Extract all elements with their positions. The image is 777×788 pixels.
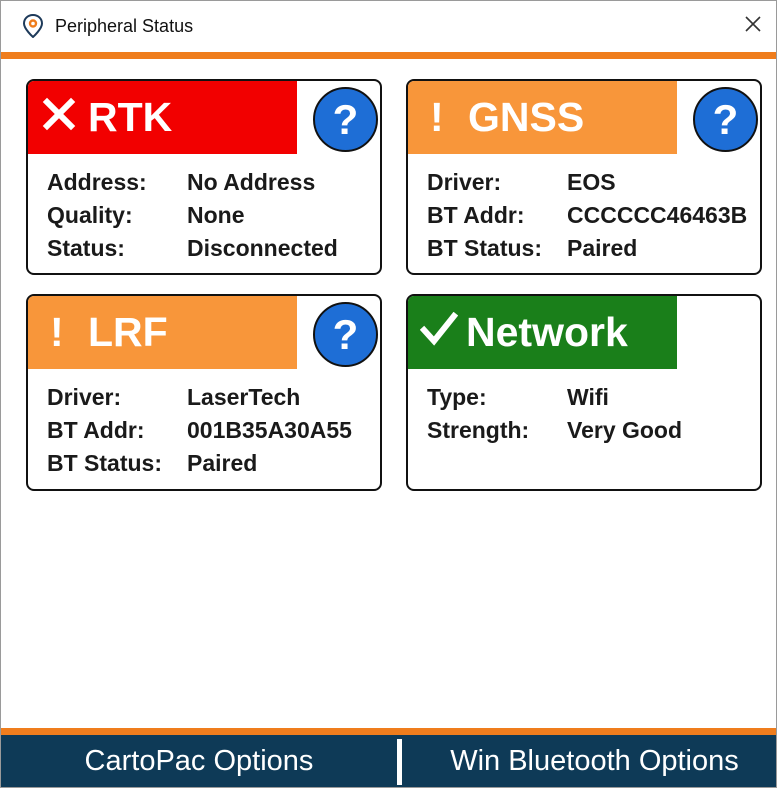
rtk-row-address: Address: No Address xyxy=(47,166,338,199)
network-row-strength: Strength: Very Good xyxy=(427,414,682,447)
title-accent-line xyxy=(1,52,776,59)
rtk-help-button[interactable]: ? xyxy=(313,87,378,152)
rtk-row-status: Status: Disconnected xyxy=(47,232,338,265)
quality-label: Quality: xyxy=(47,202,133,228)
network-row-type: Type: Wifi xyxy=(427,381,682,414)
network-status-banner: Network xyxy=(408,296,677,369)
bt-status-label: BT Status: xyxy=(47,450,162,476)
gnss-row-bt-status: BT Status: Paired xyxy=(427,232,747,265)
lrf-status-card: ! LRF ? Driver: LaserTech BT Addr: 001B3… xyxy=(26,294,382,491)
close-button[interactable] xyxy=(730,1,776,51)
lrf-row-bt-status: BT Status: Paired xyxy=(47,447,352,480)
driver-label: Driver: xyxy=(427,169,502,195)
rtk-details: Address: No Address Quality: None Status… xyxy=(47,166,338,265)
gnss-help-button[interactable]: ? xyxy=(693,87,758,152)
type-value: Wifi xyxy=(567,384,609,410)
x-icon xyxy=(42,94,78,141)
cartopac-options-button[interactable]: CartoPac Options xyxy=(1,735,397,787)
driver-value: LaserTech xyxy=(187,384,301,410)
bt-addr-label: BT Addr: xyxy=(427,202,525,228)
network-status-card: Network Type: Wifi Strength: Very Good xyxy=(406,294,762,491)
strength-value: Very Good xyxy=(567,417,683,443)
bottom-accent-line xyxy=(1,728,776,735)
lrf-details: Driver: LaserTech BT Addr: 001B35A30A55 … xyxy=(47,381,352,480)
window-title: Peripheral Status xyxy=(55,16,194,36)
bt-status-value: Paired xyxy=(187,450,258,476)
bt-status-label: BT Status: xyxy=(427,235,542,261)
network-details: Type: Wifi Strength: Very Good xyxy=(427,381,682,447)
driver-label: Driver: xyxy=(47,384,122,410)
checkmark-icon xyxy=(419,309,460,356)
lrf-row-driver: Driver: LaserTech xyxy=(47,381,352,414)
rtk-title: RTK xyxy=(88,94,173,140)
strength-label: Strength: xyxy=(427,417,530,443)
network-title: Network xyxy=(466,309,628,355)
gnss-status-card: ! GNSS ? Driver: EOS BT Addr: CCCCCC4646… xyxy=(406,79,762,275)
gnss-details: Driver: EOS BT Addr: CCCCCC46463B BT Sta… xyxy=(427,166,747,265)
gnss-status-banner: ! GNSS xyxy=(408,81,677,154)
gnss-row-bt-addr: BT Addr: CCCCCC46463B xyxy=(427,199,747,232)
rtk-status-card: RTK ? Address: No Address Quality: None … xyxy=(26,79,382,275)
bt-status-value: Paired xyxy=(567,235,638,261)
address-label: Address: xyxy=(47,169,147,195)
lrf-row-bt-addr: BT Addr: 001B35A30A55 xyxy=(47,414,352,447)
driver-value: EOS xyxy=(567,169,616,195)
address-value: No Address xyxy=(187,169,316,195)
lrf-help-button[interactable]: ? xyxy=(313,302,378,367)
rtk-row-quality: Quality: None xyxy=(47,199,338,232)
bt-addr-value: 001B35A30A55 xyxy=(187,417,352,443)
win-bluetooth-options-button[interactable]: Win Bluetooth Options xyxy=(402,735,776,787)
close-icon xyxy=(744,15,762,38)
bt-addr-label: BT Addr: xyxy=(47,417,145,443)
type-label: Type: xyxy=(427,384,487,410)
exclamation-icon: ! xyxy=(430,94,444,140)
exclamation-icon: ! xyxy=(50,309,64,355)
bottom-options-bar: CartoPac Options Win Bluetooth Options xyxy=(1,728,776,787)
lrf-status-banner: ! LRF xyxy=(28,296,297,369)
status-label: Status: xyxy=(47,235,125,261)
rtk-status-banner: RTK xyxy=(28,81,297,154)
lrf-title: LRF xyxy=(88,309,168,355)
gnss-row-driver: Driver: EOS xyxy=(427,166,747,199)
bt-addr-value: CCCCCC46463B xyxy=(567,202,748,228)
quality-value: None xyxy=(187,202,245,228)
gnss-title: GNSS xyxy=(468,94,585,140)
title-bar: Peripheral Status xyxy=(1,1,776,51)
peripheral-status-window: Peripheral Status RTK ? Address: No Addr… xyxy=(0,0,777,788)
status-value: Disconnected xyxy=(187,235,338,261)
app-location-pin-icon xyxy=(22,13,44,39)
